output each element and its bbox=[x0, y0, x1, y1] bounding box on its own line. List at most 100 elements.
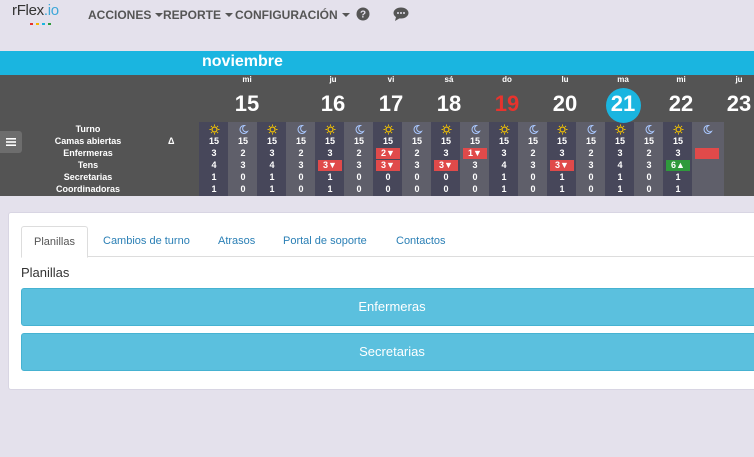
day-name: lu bbox=[561, 75, 569, 84]
tens-cell: 3 bbox=[588, 160, 594, 170]
question-circle-icon[interactable]: ? bbox=[356, 7, 370, 21]
secretarias-cell: 1 bbox=[559, 172, 565, 182]
sidebar-toggle-button[interactable] bbox=[0, 131, 22, 153]
tens-cell: 3 bbox=[530, 160, 536, 170]
coordinadoras-cell: 0 bbox=[588, 184, 594, 194]
tab-planillas[interactable]: Planillas bbox=[21, 226, 88, 258]
tens-cell: 4 bbox=[211, 160, 217, 170]
tens-cell bbox=[695, 160, 719, 171]
enfermeras-button[interactable]: Enfermeras bbox=[21, 288, 754, 326]
tab-contactos[interactable]: Contactos bbox=[384, 226, 458, 256]
secretarias-cell: 1 bbox=[501, 172, 507, 182]
tens-cell: 3 bbox=[356, 160, 362, 170]
camas-cell: 15 bbox=[585, 136, 596, 146]
main-panel: Planillas Cambios de turno Atrasos Porta… bbox=[8, 212, 754, 390]
secretarias-cell: 0 bbox=[414, 172, 420, 182]
camas-cell: 15 bbox=[382, 136, 393, 146]
chat-bubble-icon[interactable] bbox=[393, 7, 409, 21]
enfermeras-cell: 2 bbox=[414, 148, 420, 158]
coordinadoras-cell: 1 bbox=[211, 184, 217, 194]
day-number[interactable]: 22 bbox=[661, 91, 701, 117]
brand-name: rFlex bbox=[12, 2, 44, 19]
moon-icon bbox=[413, 124, 423, 134]
coordinadoras-cell: 1 bbox=[675, 184, 681, 194]
camas-cell: 15 bbox=[266, 136, 277, 146]
sun-icon bbox=[209, 124, 220, 135]
tab-atrasos[interactable]: Atrasos bbox=[206, 226, 267, 256]
enfermeras-cell: 3 bbox=[501, 148, 507, 158]
sun-icon bbox=[325, 124, 336, 135]
day-name: ju bbox=[329, 75, 337, 84]
month-label: noviembre bbox=[202, 53, 283, 70]
camas-cell: 15 bbox=[672, 136, 683, 146]
sun-icon bbox=[557, 124, 568, 135]
secretarias-cell: 1 bbox=[327, 172, 333, 182]
staffing-calendar: Turno Camas abiertas Enfermeras Tens Sec… bbox=[0, 75, 754, 196]
coordinadoras-cell: 1 bbox=[617, 184, 623, 194]
tens-cell: 3▼ bbox=[550, 160, 574, 171]
day-number[interactable]: 19 bbox=[487, 91, 527, 117]
moon-icon bbox=[297, 124, 307, 134]
enfermeras-cell: 3 bbox=[675, 148, 681, 158]
coordinadoras-cell: 0 bbox=[240, 184, 246, 194]
secretarias-cell: 0 bbox=[530, 172, 536, 182]
tens-cell: 4 bbox=[617, 160, 623, 170]
coordinadoras-cell: 0 bbox=[443, 184, 449, 194]
camas-cell: 15 bbox=[353, 136, 364, 146]
secretarias-cell: 1 bbox=[617, 172, 623, 182]
camas-cell: 15 bbox=[208, 136, 219, 146]
sun-icon bbox=[383, 124, 394, 135]
top-navbar: rFlex.io ACCIONES REPORTE CONFIGURACIÓN … bbox=[0, 0, 754, 34]
brand-suffix: .io bbox=[43, 2, 59, 19]
sun-icon bbox=[615, 124, 626, 135]
menu-configuracion[interactable]: CONFIGURACIÓN bbox=[235, 8, 350, 22]
tens-cell: 4 bbox=[269, 160, 275, 170]
secretarias-cell: 0 bbox=[472, 172, 478, 182]
enfermeras-cell: 2 bbox=[356, 148, 362, 158]
tab-cambios-de-turno[interactable]: Cambios de turno bbox=[91, 226, 202, 256]
secretarias-cell: 0 bbox=[443, 172, 449, 182]
enfermeras-cell bbox=[695, 148, 719, 159]
row-label-secretarias: Secretarias bbox=[63, 172, 113, 182]
day-number[interactable]: 20 bbox=[545, 91, 585, 117]
secretarias-cell: 0 bbox=[385, 172, 391, 182]
coordinadoras-cell: 0 bbox=[298, 184, 304, 194]
enfermeras-cell: 3 bbox=[559, 148, 565, 158]
moon-icon bbox=[645, 124, 655, 134]
tens-cell: 3▼ bbox=[318, 160, 342, 171]
secretarias-cell: 0 bbox=[298, 172, 304, 182]
sun-icon bbox=[673, 124, 684, 135]
day-number[interactable]: 18 bbox=[429, 91, 469, 117]
day-number[interactable]: 23 bbox=[719, 91, 754, 117]
enfermeras-cell: 2▼ bbox=[376, 148, 400, 159]
day-number[interactable]: 15 bbox=[227, 91, 267, 117]
row-label-enfermeras: Enfermeras bbox=[63, 148, 113, 158]
secretarias-cell: 0 bbox=[646, 172, 652, 182]
enfermeras-cell: 2 bbox=[588, 148, 594, 158]
brand-logo[interactable]: rFlex.io bbox=[12, 2, 72, 30]
chevron-down-icon bbox=[225, 13, 234, 17]
row-label-tens: Tens bbox=[77, 160, 99, 170]
enfermeras-cell: 2 bbox=[646, 148, 652, 158]
menu-reporte[interactable]: REPORTE bbox=[163, 8, 234, 22]
enfermeras-cell: 3 bbox=[617, 148, 623, 158]
coordinadoras-cell bbox=[695, 184, 719, 195]
coordinadoras-cell: 0 bbox=[646, 184, 652, 194]
day-name: mi bbox=[676, 75, 686, 84]
tab-portal-de-soporte[interactable]: Portal de soporte bbox=[271, 226, 379, 256]
tens-cell: 3 bbox=[298, 160, 304, 170]
secretarias-button[interactable]: Secretarias bbox=[21, 333, 754, 371]
day-number[interactable]: 21 bbox=[603, 91, 643, 117]
day-number[interactable]: 17 bbox=[371, 91, 411, 117]
enfermeras-cell: 3 bbox=[327, 148, 333, 158]
tens-cell: 6▲ bbox=[666, 160, 690, 171]
coordinadoras-cell: 1 bbox=[501, 184, 507, 194]
day-number[interactable]: 16 bbox=[313, 91, 353, 117]
menu-acciones[interactable]: ACCIONES bbox=[88, 8, 164, 22]
month-header: noviembre bbox=[0, 51, 754, 75]
section-title: Planillas bbox=[21, 265, 70, 280]
coordinadoras-cell: 1 bbox=[559, 184, 565, 194]
sun-icon bbox=[499, 124, 510, 135]
tab-bar: Planillas Cambios de turno Atrasos Porta… bbox=[21, 226, 754, 258]
camas-cell: 15 bbox=[237, 136, 248, 146]
